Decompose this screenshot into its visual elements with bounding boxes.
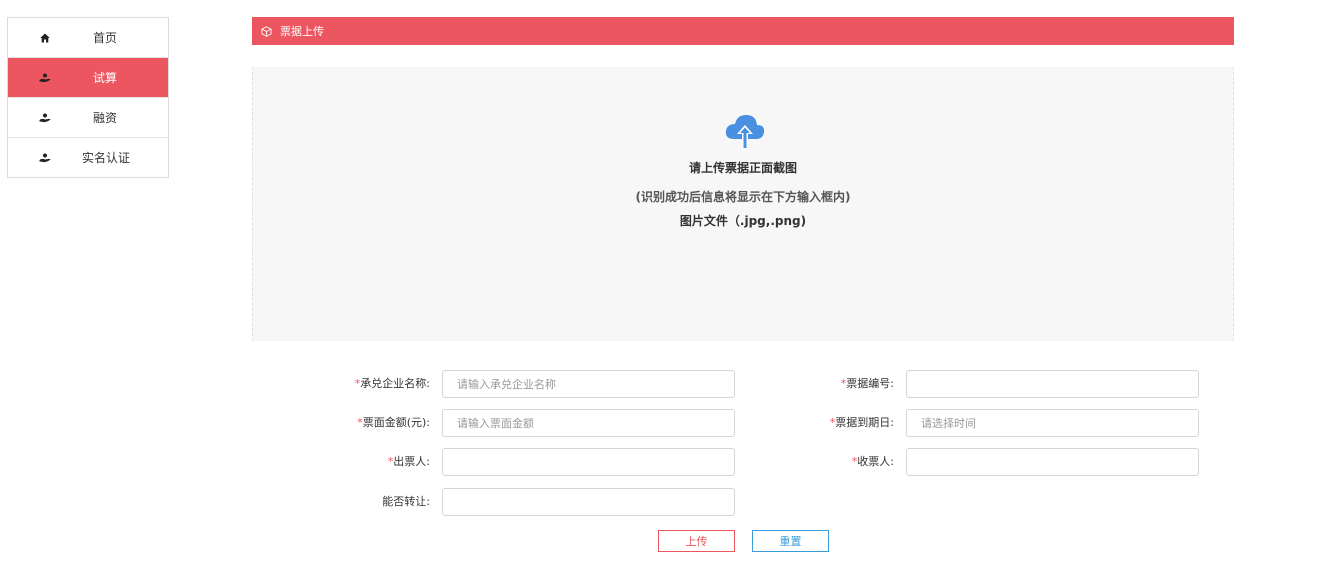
sidebar-item-trial-calc[interactable]: 试算 bbox=[8, 58, 168, 98]
home-icon bbox=[8, 33, 82, 43]
sidebar-nav: 首页 试算 融资 实名认证 bbox=[7, 17, 169, 178]
upload-title: 请上传票据正面截图 bbox=[688, 161, 797, 175]
hand-coin-icon bbox=[8, 73, 82, 83]
due-date-picker[interactable] bbox=[906, 409, 1199, 437]
panel-header: 票据上传 bbox=[252, 17, 1234, 45]
panel-title: 票据上传 bbox=[280, 25, 324, 38]
acceptor-name-input[interactable] bbox=[442, 370, 735, 398]
reset-button[interactable]: 重置 bbox=[752, 530, 829, 552]
sidebar-item-label: 试算 bbox=[92, 71, 117, 85]
upload-button[interactable]: 上传 bbox=[658, 530, 735, 552]
hand-coin-icon bbox=[8, 153, 82, 163]
sidebar-item-real-name-auth[interactable]: 实名认证 bbox=[8, 138, 168, 177]
transferable-label: 能否转让: bbox=[382, 495, 430, 508]
drawer-input[interactable] bbox=[442, 448, 735, 476]
cube-icon bbox=[261, 25, 272, 37]
transferable-input[interactable] bbox=[442, 488, 735, 516]
hand-coin-icon bbox=[8, 113, 82, 123]
upload-file-types: 图片文件（.jpg,.png) bbox=[679, 214, 807, 228]
upload-dropzone[interactable]: 请上传票据正面截图 (识别成功后信息将显示在下方输入框内) 图片文件（.jpg,… bbox=[252, 67, 1234, 341]
face-amount-label: *票面金额(元): bbox=[357, 416, 430, 429]
payee-label: *收票人: bbox=[851, 455, 894, 468]
drawer-label: *出票人: bbox=[387, 455, 430, 468]
sidebar-item-label: 融资 bbox=[92, 111, 117, 125]
acceptor-name-label: *承兑企业名称: bbox=[354, 377, 430, 390]
bill-number-label: *票据编号: bbox=[840, 377, 894, 390]
cloud-upload-icon bbox=[724, 113, 766, 155]
bill-number-input[interactable] bbox=[906, 370, 1199, 398]
sidebar-item-home[interactable]: 首页 bbox=[8, 18, 168, 58]
face-amount-input[interactable] bbox=[442, 409, 735, 437]
sidebar-item-label: 实名认证 bbox=[82, 151, 131, 165]
payee-input[interactable] bbox=[906, 448, 1199, 476]
sidebar-item-label: 首页 bbox=[92, 31, 117, 45]
due-date-label: *票据到期日: bbox=[829, 416, 894, 429]
sidebar-item-financing[interactable]: 融资 bbox=[8, 98, 168, 138]
upload-hint: (识别成功后信息将显示在下方输入框内) bbox=[635, 190, 851, 204]
